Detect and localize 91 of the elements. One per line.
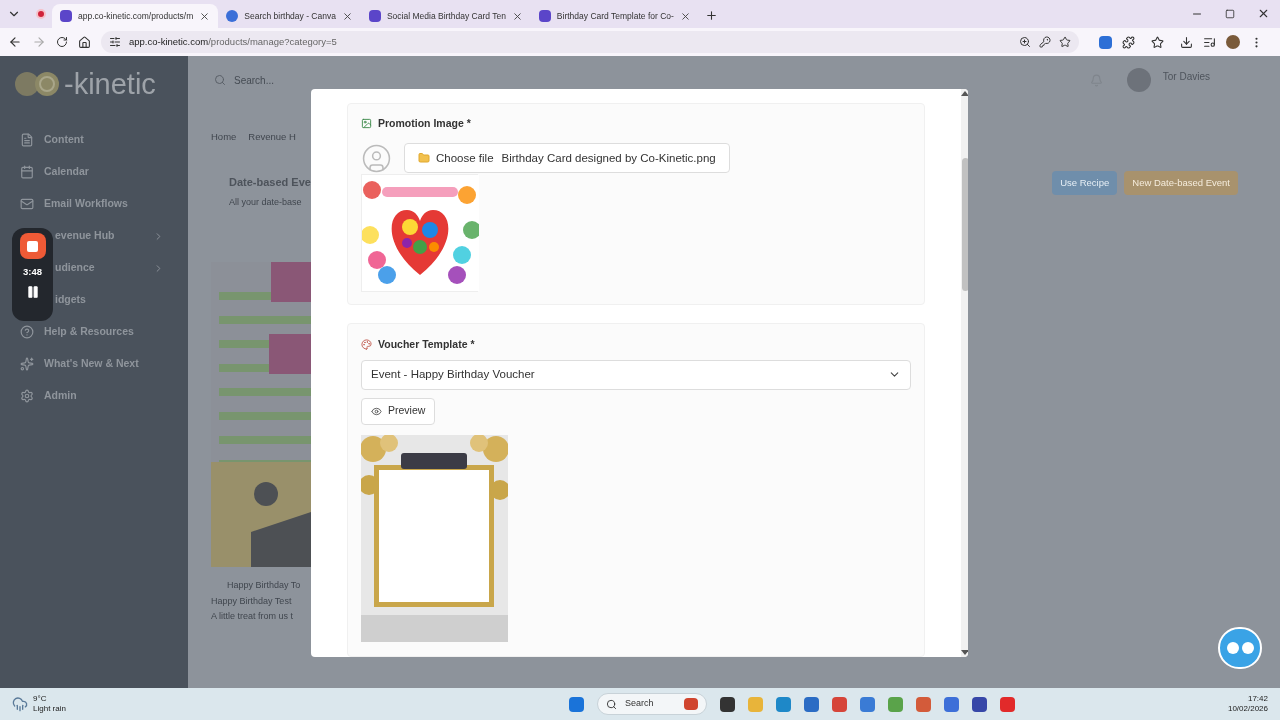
new-event-button[interactable]: New Date-based Event <box>1124 171 1238 196</box>
sidebar-item[interactable]: udience <box>55 252 188 284</box>
search-field[interactable]: Search... <box>234 72 275 88</box>
page-heading: Date-based Eve <box>229 175 311 191</box>
breadcrumb-link[interactable]: Home <box>211 130 237 145</box>
profile-avatar-icon[interactable] <box>1226 35 1240 49</box>
search-icon <box>214 74 226 86</box>
palette-icon <box>361 339 372 351</box>
breadcrumb-link[interactable]: Revenue H <box>248 130 296 145</box>
browser-tab[interactable]: Search birthday - Canva <box>218 4 361 28</box>
pause-icon[interactable] <box>25 285 40 300</box>
back-icon[interactable] <box>8 35 22 49</box>
clock-date: 10/02/2026 <box>1227 704 1268 714</box>
weather-icon <box>12 696 28 712</box>
mail-icon <box>20 197 34 211</box>
close-tab-icon[interactable] <box>511 10 523 22</box>
close-tab-icon[interactable] <box>341 10 353 22</box>
choose-file-button[interactable]: Choose file Birthday Card designed by Co-Kinetic.png <box>404 143 730 174</box>
scrollbar[interactable] <box>961 89 968 657</box>
taskbar-search-field[interactable]: Search <box>596 693 707 715</box>
key-icon[interactable] <box>1039 36 1051 48</box>
temperature-text: 9°C <box>33 694 48 704</box>
tab-favicon-icon <box>226 10 239 22</box>
site-info-icon[interactable] <box>109 36 121 48</box>
help-icon <box>20 325 34 339</box>
field-label: Voucher Template * <box>378 336 475 352</box>
download-icon[interactable] <box>1180 35 1193 49</box>
bookmark-star-icon[interactable] <box>1059 36 1071 48</box>
use-recipe-button[interactable]: Use Recipe <box>1052 171 1118 196</box>
sidebar-item[interactable]: Help & Resources <box>0 316 188 348</box>
field-label: Promotion Image * <box>378 116 471 131</box>
tab-title: Birthday Card Template for Co- <box>556 9 674 23</box>
taskbar-app-icon[interactable] <box>971 696 987 712</box>
sidebar-item[interactable]: What's New & Next <box>0 348 188 380</box>
sidebar-item[interactable]: evenue Hub <box>55 220 188 252</box>
card-subtitle: Happy Birthday Test <box>211 594 293 608</box>
sidebar-item[interactable]: idgets <box>55 284 188 316</box>
image-icon <box>361 118 372 130</box>
scroll-down-icon[interactable] <box>961 650 968 655</box>
template-select[interactable]: Event - Happy Birthday Voucher <box>361 359 911 390</box>
settings-icon <box>20 389 34 403</box>
search-icon <box>605 698 617 710</box>
calendar-icon <box>20 165 34 179</box>
tab-favicon-icon <box>368 10 381 22</box>
close-tab-icon[interactable] <box>679 10 691 22</box>
home-icon[interactable] <box>78 35 91 49</box>
scroll-thumb[interactable] <box>961 157 968 291</box>
stop-recording-button[interactable] <box>19 233 46 259</box>
tab-title: app.co-kinetic.com/products/m <box>78 9 194 23</box>
sidebar-item[interactable]: Calendar <box>0 156 188 188</box>
address-bar[interactable]: app.co-kinetic.com/products/manage?category=5 <box>101 31 1079 53</box>
record-icon[interactable] <box>36 9 46 19</box>
tab-favicon-icon <box>538 10 551 22</box>
preview-button[interactable]: Preview <box>361 397 436 425</box>
folder-icon <box>418 152 430 165</box>
extension-icon[interactable] <box>1099 35 1112 49</box>
sidebar-item[interactable]: Email Workflows <box>0 188 188 220</box>
media-icon[interactable] <box>1203 35 1216 49</box>
sparkles-icon <box>20 357 34 371</box>
reload-icon[interactable] <box>56 36 68 48</box>
recording-time: 3:48 <box>23 265 42 279</box>
scroll-up-icon[interactable] <box>961 91 968 96</box>
avatar-placeholder-icon <box>361 142 392 174</box>
clock-time: 17:42 <box>1247 694 1268 704</box>
close-tab-icon[interactable] <box>199 10 211 22</box>
weather-text: Light rain <box>33 704 66 714</box>
browser-tab[interactable]: Social Media Birthday Card Ten <box>360 4 531 28</box>
logo-text: -kinetic <box>64 69 156 99</box>
taskbar-app-icon[interactable] <box>719 696 735 712</box>
sidebar-item[interactable]: Admin <box>0 380 188 412</box>
close-window-icon[interactable] <box>1257 7 1270 20</box>
new-tab-icon[interactable] <box>704 9 718 22</box>
document-icon <box>20 133 34 147</box>
tab-favicon-icon <box>60 10 72 22</box>
card-title: Happy Birthday To <box>226 579 302 593</box>
zoom-icon[interactable] <box>1019 36 1031 48</box>
eye-icon <box>371 405 382 417</box>
card-description: A little treat from us t <box>211 610 295 624</box>
stop-icon <box>27 240 38 252</box>
tab-title: Social Media Birthday Card Ten <box>386 9 506 23</box>
tab-title: Search birthday - Canva <box>244 9 336 23</box>
browser-tab[interactable]: Birthday Card Template for Co- <box>530 4 699 28</box>
user-name: Tor Davies <box>1162 70 1210 84</box>
extensions-icon[interactable] <box>1122 35 1135 49</box>
bookmarks-icon[interactable] <box>1151 35 1164 49</box>
sidebar-item[interactable]: Content <box>0 124 188 156</box>
browser-tab[interactable]: app.co-kinetic.com/products/m <box>52 4 219 28</box>
start-icon[interactable] <box>568 696 584 712</box>
page-subheading: All your date-base <box>229 195 303 209</box>
restore-icon[interactable] <box>1225 8 1235 19</box>
url-text: app.co-kinetic.com/products/manage?category=5 <box>129 34 337 49</box>
